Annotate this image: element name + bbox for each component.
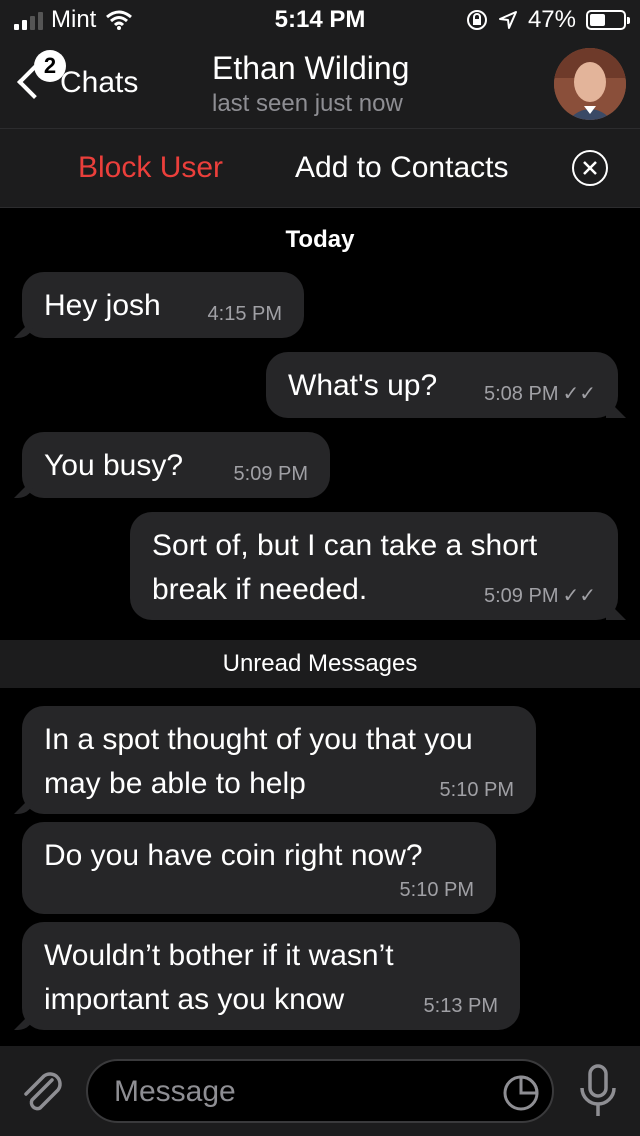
sticker-icon[interactable] xyxy=(502,1074,540,1112)
message-time: 5:09 PM xyxy=(233,463,308,485)
unread-badge: 2 xyxy=(34,50,66,82)
location-icon xyxy=(498,11,517,29)
avatar[interactable] xyxy=(554,48,626,120)
read-receipt-icon: ✓✓ xyxy=(562,585,596,607)
orientation-lock-icon xyxy=(466,10,487,30)
message-bubble-outgoing[interactable]: Sort of, but I can take a short break if… xyxy=(130,512,618,620)
status-bar: Mint 5:14 PM 47% xyxy=(0,0,640,40)
paperclip-icon[interactable] xyxy=(18,1066,66,1116)
message-text: Do you have coin right now? xyxy=(44,839,423,872)
message-time: 5:10 PM xyxy=(399,879,474,901)
message-time: 5:08 PM ✓✓ xyxy=(484,384,596,404)
message-bubble-incoming[interactable]: Do you have coin right now? 5:10 PM xyxy=(22,822,496,914)
date-separator: Today xyxy=(285,226,355,253)
add-to-contacts-button[interactable]: Add to Contacts xyxy=(295,151,508,185)
close-icon[interactable] xyxy=(572,150,608,186)
message-time: 5:10 PM xyxy=(439,779,514,801)
back-label: Chats xyxy=(60,66,139,99)
message-input-bar xyxy=(0,1046,640,1136)
last-seen-status: last seen just now xyxy=(212,90,403,117)
status-right: 47% xyxy=(466,6,630,34)
battery-icon xyxy=(586,10,630,30)
message-bubble-incoming[interactable]: In a spot thought of you that you may be… xyxy=(22,706,536,814)
message-bubble-incoming[interactable]: You busy? 5:09 PM xyxy=(22,432,330,498)
chat-header: 2 Chats Ethan Wilding last seen just now xyxy=(0,40,640,129)
chat-title[interactable]: Ethan Wilding xyxy=(212,50,409,87)
message-bubble-incoming[interactable]: Wouldn’t bother if it wasn’t important a… xyxy=(22,922,520,1030)
read-receipt-icon: ✓✓ xyxy=(562,383,596,405)
message-time-text: 5:09 PM xyxy=(484,585,559,607)
message-time: 5:13 PM xyxy=(423,995,498,1017)
battery-percent: 47% xyxy=(527,6,576,33)
message-time: 4:15 PM xyxy=(207,303,282,325)
action-bar: Block User Add to Contacts xyxy=(0,129,640,208)
microphone-icon[interactable] xyxy=(576,1064,620,1118)
message-bubble-incoming[interactable]: Hey josh 4:15 PM xyxy=(22,272,304,338)
unread-messages-separator: Unread Messages xyxy=(0,640,640,688)
message-field xyxy=(86,1059,554,1123)
message-bubble-outgoing[interactable]: What's up? 5:08 PM ✓✓ xyxy=(266,352,618,418)
message-input[interactable] xyxy=(112,1071,486,1113)
back-button[interactable]: 2 Chats xyxy=(14,50,139,100)
message-time-text: 5:08 PM xyxy=(484,383,559,405)
block-user-button[interactable]: Block User xyxy=(78,151,223,185)
message-time: 5:09 PM ✓✓ xyxy=(484,586,596,606)
